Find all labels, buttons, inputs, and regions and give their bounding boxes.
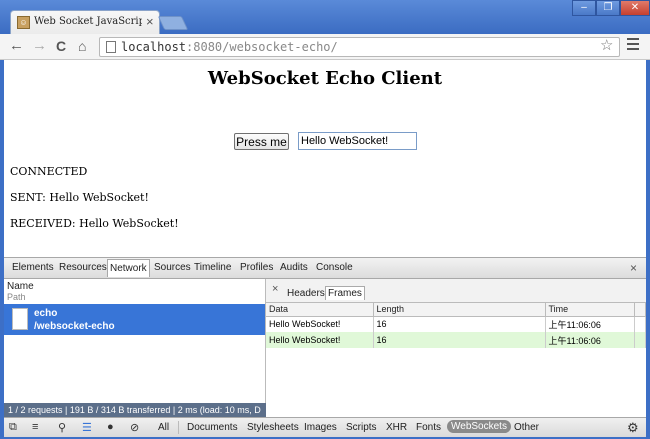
url-text: localhost:8080/websocket-echo/ bbox=[121, 40, 338, 54]
column-header-name[interactable]: Name bbox=[7, 281, 34, 292]
column-header-filler bbox=[634, 303, 646, 317]
filter-images[interactable]: Images bbox=[304, 422, 337, 433]
tab-close-icon[interactable]: × bbox=[146, 14, 154, 29]
tab-elements[interactable]: Elements bbox=[12, 262, 54, 273]
minimize-button[interactable]: ‒ bbox=[572, 0, 596, 16]
tab-frames[interactable]: Frames bbox=[325, 286, 365, 300]
tab-timeline[interactable]: Timeline bbox=[194, 262, 231, 273]
frame-length: 16 bbox=[373, 332, 546, 348]
page-icon bbox=[106, 41, 116, 53]
filter-documents[interactable]: Documents bbox=[187, 422, 238, 433]
filter-stylesheets[interactable]: Stylesheets bbox=[247, 422, 299, 433]
new-tab-button[interactable] bbox=[157, 16, 189, 30]
frame-filler bbox=[634, 316, 646, 332]
favicon-icon: ☺ bbox=[17, 16, 30, 29]
press-me-button[interactable]: Press me bbox=[234, 133, 289, 150]
forward-arrow-icon[interactable]: → bbox=[32, 38, 47, 54]
network-filter-bar: ⧉ ≡ ⚲ ☰ ● ⊘ All Documents Stylesheets Im… bbox=[4, 417, 646, 437]
search-icon[interactable]: ⚲ bbox=[58, 421, 66, 434]
tab-headers[interactable]: Headers bbox=[287, 288, 325, 299]
network-summary: 1 / 2 requests | 191 B / 314 B transferr… bbox=[4, 403, 266, 417]
frame-time: 上午11:06:06 bbox=[545, 332, 635, 348]
frame-filler bbox=[634, 332, 646, 348]
frames-table: Data Length Time Hello WebSocket! 16 上午1… bbox=[266, 303, 646, 348]
detail-close-icon[interactable]: × bbox=[272, 283, 278, 295]
window-controls: ‒ ❐ ✕ bbox=[572, 0, 650, 16]
status-line-sent: SENT: Hello WebSocket! bbox=[10, 191, 149, 204]
tab-console[interactable]: Console bbox=[316, 262, 353, 273]
filter-websockets[interactable]: WebSockets bbox=[447, 420, 511, 433]
page-content: WebSocket Echo Client Press me CONNECTED… bbox=[4, 60, 646, 257]
bookmark-star-icon[interactable]: ☆ bbox=[600, 36, 613, 54]
settings-gear-icon[interactable]: ⚙ bbox=[627, 420, 639, 436]
url-path: :8080/websocket-echo/ bbox=[186, 40, 338, 54]
record-icon[interactable]: ● bbox=[107, 421, 114, 433]
menu-icon[interactable] bbox=[627, 38, 639, 53]
clear-icon[interactable]: ⊘ bbox=[130, 421, 139, 434]
tab-sources[interactable]: Sources bbox=[154, 262, 191, 273]
column-header-length[interactable]: Length bbox=[373, 303, 546, 317]
frames-header-row: Data Length Time bbox=[266, 303, 646, 317]
browser-toolbar: ← → C ⌂ localhost:8080/websocket-echo/ bbox=[0, 34, 650, 60]
filter-separator bbox=[178, 421, 179, 434]
address-bar[interactable]: localhost:8080/websocket-echo/ bbox=[99, 37, 620, 57]
reload-icon[interactable]: C bbox=[56, 38, 66, 54]
maximize-button[interactable]: ❐ bbox=[596, 0, 620, 16]
filter-scripts[interactable]: Scripts bbox=[346, 422, 377, 433]
home-icon[interactable]: ⌂ bbox=[78, 38, 86, 54]
request-list: Name Path echo /websocket-echo bbox=[4, 279, 266, 403]
status-line-connected: CONNECTED bbox=[10, 165, 88, 178]
frame-row-received[interactable]: Hello WebSocket! 16 上午11:06:06 bbox=[266, 332, 646, 348]
dock-icon[interactable]: ⧉ bbox=[9, 421, 17, 434]
column-header-data[interactable]: Data bbox=[266, 303, 374, 317]
frame-data: Hello WebSocket! bbox=[266, 332, 374, 348]
detail-tab-bar: × Headers Frames bbox=[266, 279, 646, 303]
request-name: echo bbox=[34, 308, 58, 319]
tab-resources[interactable]: Resources bbox=[59, 262, 107, 273]
filter-fonts[interactable]: Fonts bbox=[416, 422, 441, 433]
devtools-tab-bar: Elements Resources Network Sources Timel… bbox=[4, 258, 646, 279]
status-line-received: RECEIVED: Hello WebSocket! bbox=[10, 217, 179, 230]
console-drawer-icon[interactable]: ≡ bbox=[32, 421, 38, 433]
frame-length: 16 bbox=[373, 316, 546, 332]
page-title: WebSocket Echo Client bbox=[207, 68, 443, 89]
tab-network[interactable]: Network bbox=[107, 259, 150, 277]
devtools-panel: Elements Resources Network Sources Timel… bbox=[4, 257, 646, 437]
list-view-icon[interactable]: ☰ bbox=[82, 421, 92, 434]
devtools-close-icon[interactable]: × bbox=[630, 261, 637, 275]
frame-row-sent[interactable]: Hello WebSocket! 16 上午11:06:06 bbox=[266, 316, 646, 332]
frame-data: Hello WebSocket! bbox=[266, 316, 374, 332]
request-path: /websocket-echo bbox=[34, 321, 115, 332]
tab-profiles[interactable]: Profiles bbox=[240, 262, 273, 273]
filter-xhr[interactable]: XHR bbox=[386, 422, 407, 433]
browser-tab[interactable]: ☺ Web Socket JavaScript E × bbox=[10, 10, 160, 34]
back-arrow-icon[interactable]: ← bbox=[9, 38, 24, 54]
document-icon bbox=[12, 308, 28, 330]
request-detail: × Headers Frames Data Length Time Hello … bbox=[266, 279, 646, 417]
filter-all[interactable]: All bbox=[158, 422, 169, 433]
tab-title: Web Socket JavaScript E bbox=[34, 16, 142, 27]
url-host: localhost bbox=[121, 40, 187, 54]
message-input[interactable] bbox=[298, 132, 417, 150]
column-header-time[interactable]: Time bbox=[545, 303, 635, 317]
title-bar: ☺ Web Socket JavaScript E × ‒ ❐ ✕ bbox=[0, 0, 650, 34]
browser-window: ☺ Web Socket JavaScript E × ‒ ❐ ✕ ← → C … bbox=[0, 0, 650, 439]
frame-time: 上午11:06:06 bbox=[545, 316, 635, 332]
tab-audits[interactable]: Audits bbox=[280, 262, 308, 273]
request-row-echo[interactable]: echo /websocket-echo bbox=[4, 304, 265, 335]
column-header-path: Path bbox=[7, 292, 26, 302]
close-window-button[interactable]: ✕ bbox=[620, 0, 650, 16]
filter-other[interactable]: Other bbox=[514, 422, 539, 433]
